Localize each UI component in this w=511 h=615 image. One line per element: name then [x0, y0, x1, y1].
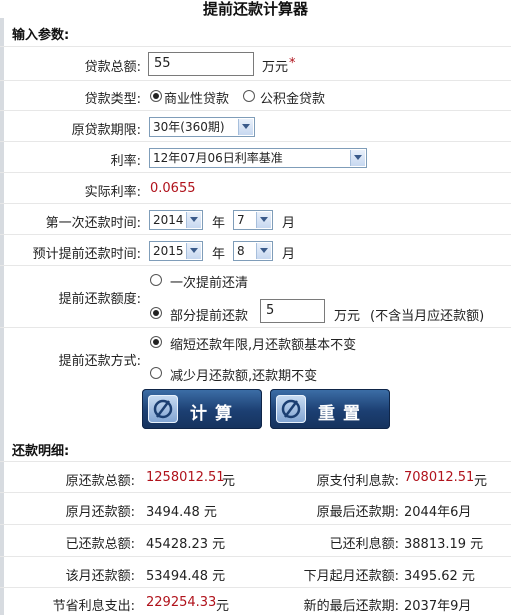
prepay-note: (不含当月应还款额) [370, 309, 485, 324]
provident-fund-radio[interactable] [243, 90, 255, 102]
loan-amount-unit: 万元 [262, 60, 289, 75]
year-unit: 年 [212, 216, 226, 231]
first-payment-year-value: 2014 [153, 213, 184, 227]
prepay-partial-radio[interactable] [150, 307, 162, 319]
shorten-term-radio[interactable] [150, 336, 162, 348]
rate-value: 12年07月06日利率基准 [153, 151, 283, 165]
result-section-heading: 还款明细: [12, 444, 70, 459]
loan-term-row: 原贷款期限: 30年(360期) [0, 110, 511, 141]
actual-rate-label: 实际利率: [84, 185, 141, 200]
orig-interest-unit: 元 [474, 474, 488, 489]
planned-prepay-row: 预计提前还款时间: 2015 年 8 月 [0, 234, 511, 265]
orig-monthly-label: 原月还款额: [65, 505, 135, 520]
prepay-method-label: 提前还款方式: [58, 354, 141, 369]
loan-term-label: 原贷款期限: [71, 123, 141, 138]
new-last-value: 2037年9月 [404, 599, 472, 614]
next-monthly-label: 下月起月还款额: [303, 569, 399, 584]
saved-interest-label: 节省利息支出: [52, 599, 135, 614]
calculate-label: 计算 [190, 404, 240, 424]
reset-pen-icon [276, 395, 306, 423]
reduce-monthly-radio[interactable] [150, 367, 162, 379]
orig-total-label: 原还款总额: [65, 474, 135, 489]
orig-monthly-value: 3494.48 元 [146, 505, 217, 520]
reset-button[interactable]: 重置 [270, 389, 390, 429]
actual-rate-value: 0.0655 [150, 181, 196, 196]
prepay-partial-input[interactable]: 5 [260, 299, 325, 323]
page-title: 提前还款计算器 [202, 0, 308, 18]
first-payment-month-select[interactable]: 7 [233, 210, 273, 230]
paid-total-value: 45428.23 元 [146, 537, 226, 552]
planned-prepay-year-value: 2015 [153, 244, 184, 258]
chevron-down-icon [256, 212, 271, 228]
orig-interest-label: 原支付利息款: [316, 474, 399, 489]
input-section-heading: 输入参数: [12, 28, 70, 43]
new-last-label: 新的最后还款期: [303, 599, 399, 614]
provident-fund-label[interactable]: 公积金贷款 [260, 88, 325, 107]
actual-rate-row: 实际利率: 0.0655 [0, 172, 511, 203]
prepay-full-radio[interactable] [150, 274, 162, 286]
next-monthly-value: 3495.62 元 [404, 569, 475, 584]
shorten-term-label[interactable]: 缩短还款年限,月还款额基本不变 [170, 334, 356, 353]
saved-interest-value: 229254.33 [146, 595, 217, 610]
result-row: 已还款总额: 45428.23 元 已还利息额: 38813.19 元 [0, 524, 511, 556]
prepay-full-label[interactable]: 一次提前还清 [170, 272, 248, 291]
loan-term-select[interactable]: 30年(360期) [149, 117, 255, 137]
result-row: 该月还款额: 53494.48 元 下月起月还款额: 3495.62 元 [0, 556, 511, 587]
chevron-down-icon [350, 150, 365, 166]
planned-prepay-month-value: 8 [237, 244, 245, 258]
first-payment-label: 第一次还款时间: [45, 216, 141, 231]
planned-prepay-label: 预计提前还款时间: [32, 247, 141, 262]
result-row: 节省利息支出: 229254.33 元 新的最后还款期: 2037年9月 [0, 587, 511, 615]
prepay-amount-row: 提前还款额度: 一次提前还清 部分提前还款 5 万元 (不含当月应还款额) [0, 265, 511, 327]
orig-total-unit: 元 [222, 474, 236, 489]
reduce-monthly-label[interactable]: 减少月还款额,还款期不变 [170, 365, 317, 384]
prepay-partial-unit: 万元 [334, 309, 361, 324]
required-mark: * [289, 56, 296, 71]
result-row: 原月还款额: 3494.48 元 原最后还款期: 2044年6月 [0, 492, 511, 524]
saved-interest-unit: 元 [216, 599, 230, 614]
month-unit: 月 [282, 216, 296, 231]
chevron-down-icon [186, 243, 201, 259]
orig-last-value: 2044年6月 [404, 505, 472, 520]
rate-label: 利率: [110, 154, 141, 169]
this-month-value: 53494.48 元 [146, 569, 226, 584]
paid-interest-value: 38813.19 元 [404, 537, 484, 552]
loan-amount-label: 贷款总额: [84, 60, 141, 75]
loan-type-label: 贷款类型: [84, 92, 141, 107]
orig-last-label: 原最后还款期: [316, 505, 399, 520]
orig-interest-value: 708012.51 [404, 470, 475, 485]
planned-prepay-month-select[interactable]: 8 [233, 241, 273, 261]
orig-total-value: 1258012.51 [146, 470, 225, 485]
first-payment-year-select[interactable]: 2014 [149, 210, 203, 230]
month-unit: 月 [282, 247, 296, 262]
reset-label: 重置 [318, 404, 368, 424]
calculate-button[interactable]: 计算 [142, 389, 262, 429]
calculator-pen-icon [148, 395, 178, 423]
prepay-method-row: 提前还款方式: 缩短还款年限,月还款额基本不变 减少月还款额,还款期不变 [0, 327, 511, 385]
this-month-label: 该月还款额: [65, 569, 135, 584]
year-unit: 年 [212, 247, 226, 262]
loan-type-row: 贷款类型: 商业性贷款 公积金贷款 [0, 80, 511, 110]
rate-select[interactable]: 12年07月06日利率基准 [149, 148, 367, 168]
first-payment-row: 第一次还款时间: 2014 年 7 月 [0, 203, 511, 234]
loan-term-value: 30年(360期) [153, 120, 225, 134]
loan-amount-row: 贷款总额: 55 万元 * [0, 46, 511, 80]
commercial-loan-radio[interactable] [150, 90, 162, 102]
chevron-down-icon [238, 119, 253, 135]
planned-prepay-year-select[interactable]: 2015 [149, 241, 203, 261]
paid-interest-label: 已还利息额: [329, 537, 399, 552]
prepay-partial-label[interactable]: 部分提前还款 [170, 305, 248, 324]
chevron-down-icon [186, 212, 201, 228]
result-row: 原还款总额: 1258012.51 元 原支付利息款: 708012.51 元 [0, 461, 511, 492]
paid-total-label: 已还款总额: [65, 537, 135, 552]
first-payment-month-value: 7 [237, 213, 245, 227]
chevron-down-icon [256, 243, 271, 259]
rate-row: 利率: 12年07月06日利率基准 [0, 141, 511, 172]
commercial-loan-label[interactable]: 商业性贷款 [164, 88, 229, 107]
prepay-amount-label: 提前还款额度: [58, 292, 141, 307]
loan-amount-input[interactable]: 55 [148, 52, 254, 76]
